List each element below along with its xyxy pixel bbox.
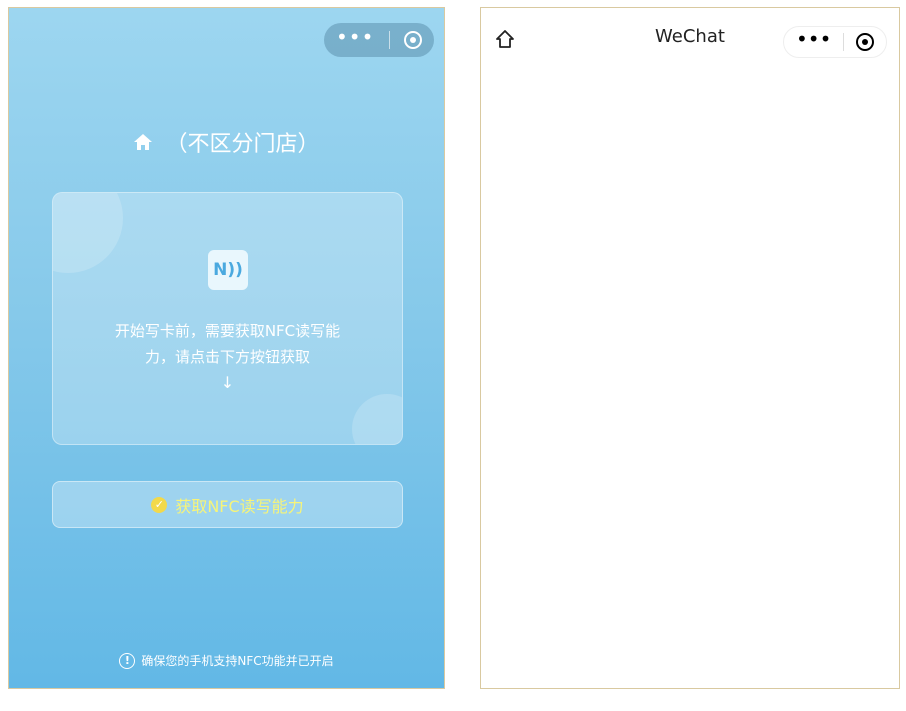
nfc-page-screen: ••• （不区分门店） N)) 开始写卡前，需要获取NFC读写能 力，请点击下方… <box>8 7 445 689</box>
close-miniprogram-icon[interactable] <box>855 33 874 51</box>
more-menu-icon[interactable]: ••• <box>336 27 374 47</box>
nav-bar: WeChat ••• <box>481 8 899 64</box>
miniprogram-capsule: ••• <box>324 23 434 57</box>
nfc-info-card: N)) 开始写卡前，需要获取NFC读写能 力，请点击下方按钮获取 ↓ <box>52 192 403 445</box>
capsule-divider <box>843 33 845 51</box>
miniprogram-capsule: ••• <box>783 26 887 58</box>
nfc-tip-text: 确保您的手机支持NFC功能并已开启 <box>141 654 334 668</box>
decor-bubble <box>53 193 123 273</box>
get-nfc-permission-button[interactable]: ✓ 获取NFC读写能力 <box>52 481 403 528</box>
card-text-line2: 力，请点击下方按钮获取 <box>144 348 310 366</box>
close-miniprogram-icon[interactable] <box>403 31 422 49</box>
capsule-divider <box>388 31 390 49</box>
card-instruction: 开始写卡前，需要获取NFC读写能 力，请点击下方按钮获取 ↓ <box>63 318 392 396</box>
down-arrow-icon: ↓ <box>220 373 235 392</box>
nfc-icon: N)) <box>208 250 248 290</box>
card-text-line1: 开始写卡前，需要获取NFC读写能 <box>114 322 341 340</box>
nfc-button-label: 获取NFC读写能力 <box>175 496 304 516</box>
wechat-blank-screen: WeChat ••• <box>480 7 900 689</box>
home-icon <box>133 133 153 151</box>
more-menu-icon[interactable]: ••• <box>796 29 831 49</box>
store-title-text: （不区分门店） <box>165 132 320 157</box>
page-title: （不区分门店） <box>9 126 444 158</box>
shield-check-icon: ✓ <box>151 496 168 513</box>
nfc-tip: ! 确保您的手机支持NFC功能并已开启 <box>9 652 444 669</box>
decor-bubble <box>352 394 402 444</box>
info-icon: ! <box>119 652 136 669</box>
